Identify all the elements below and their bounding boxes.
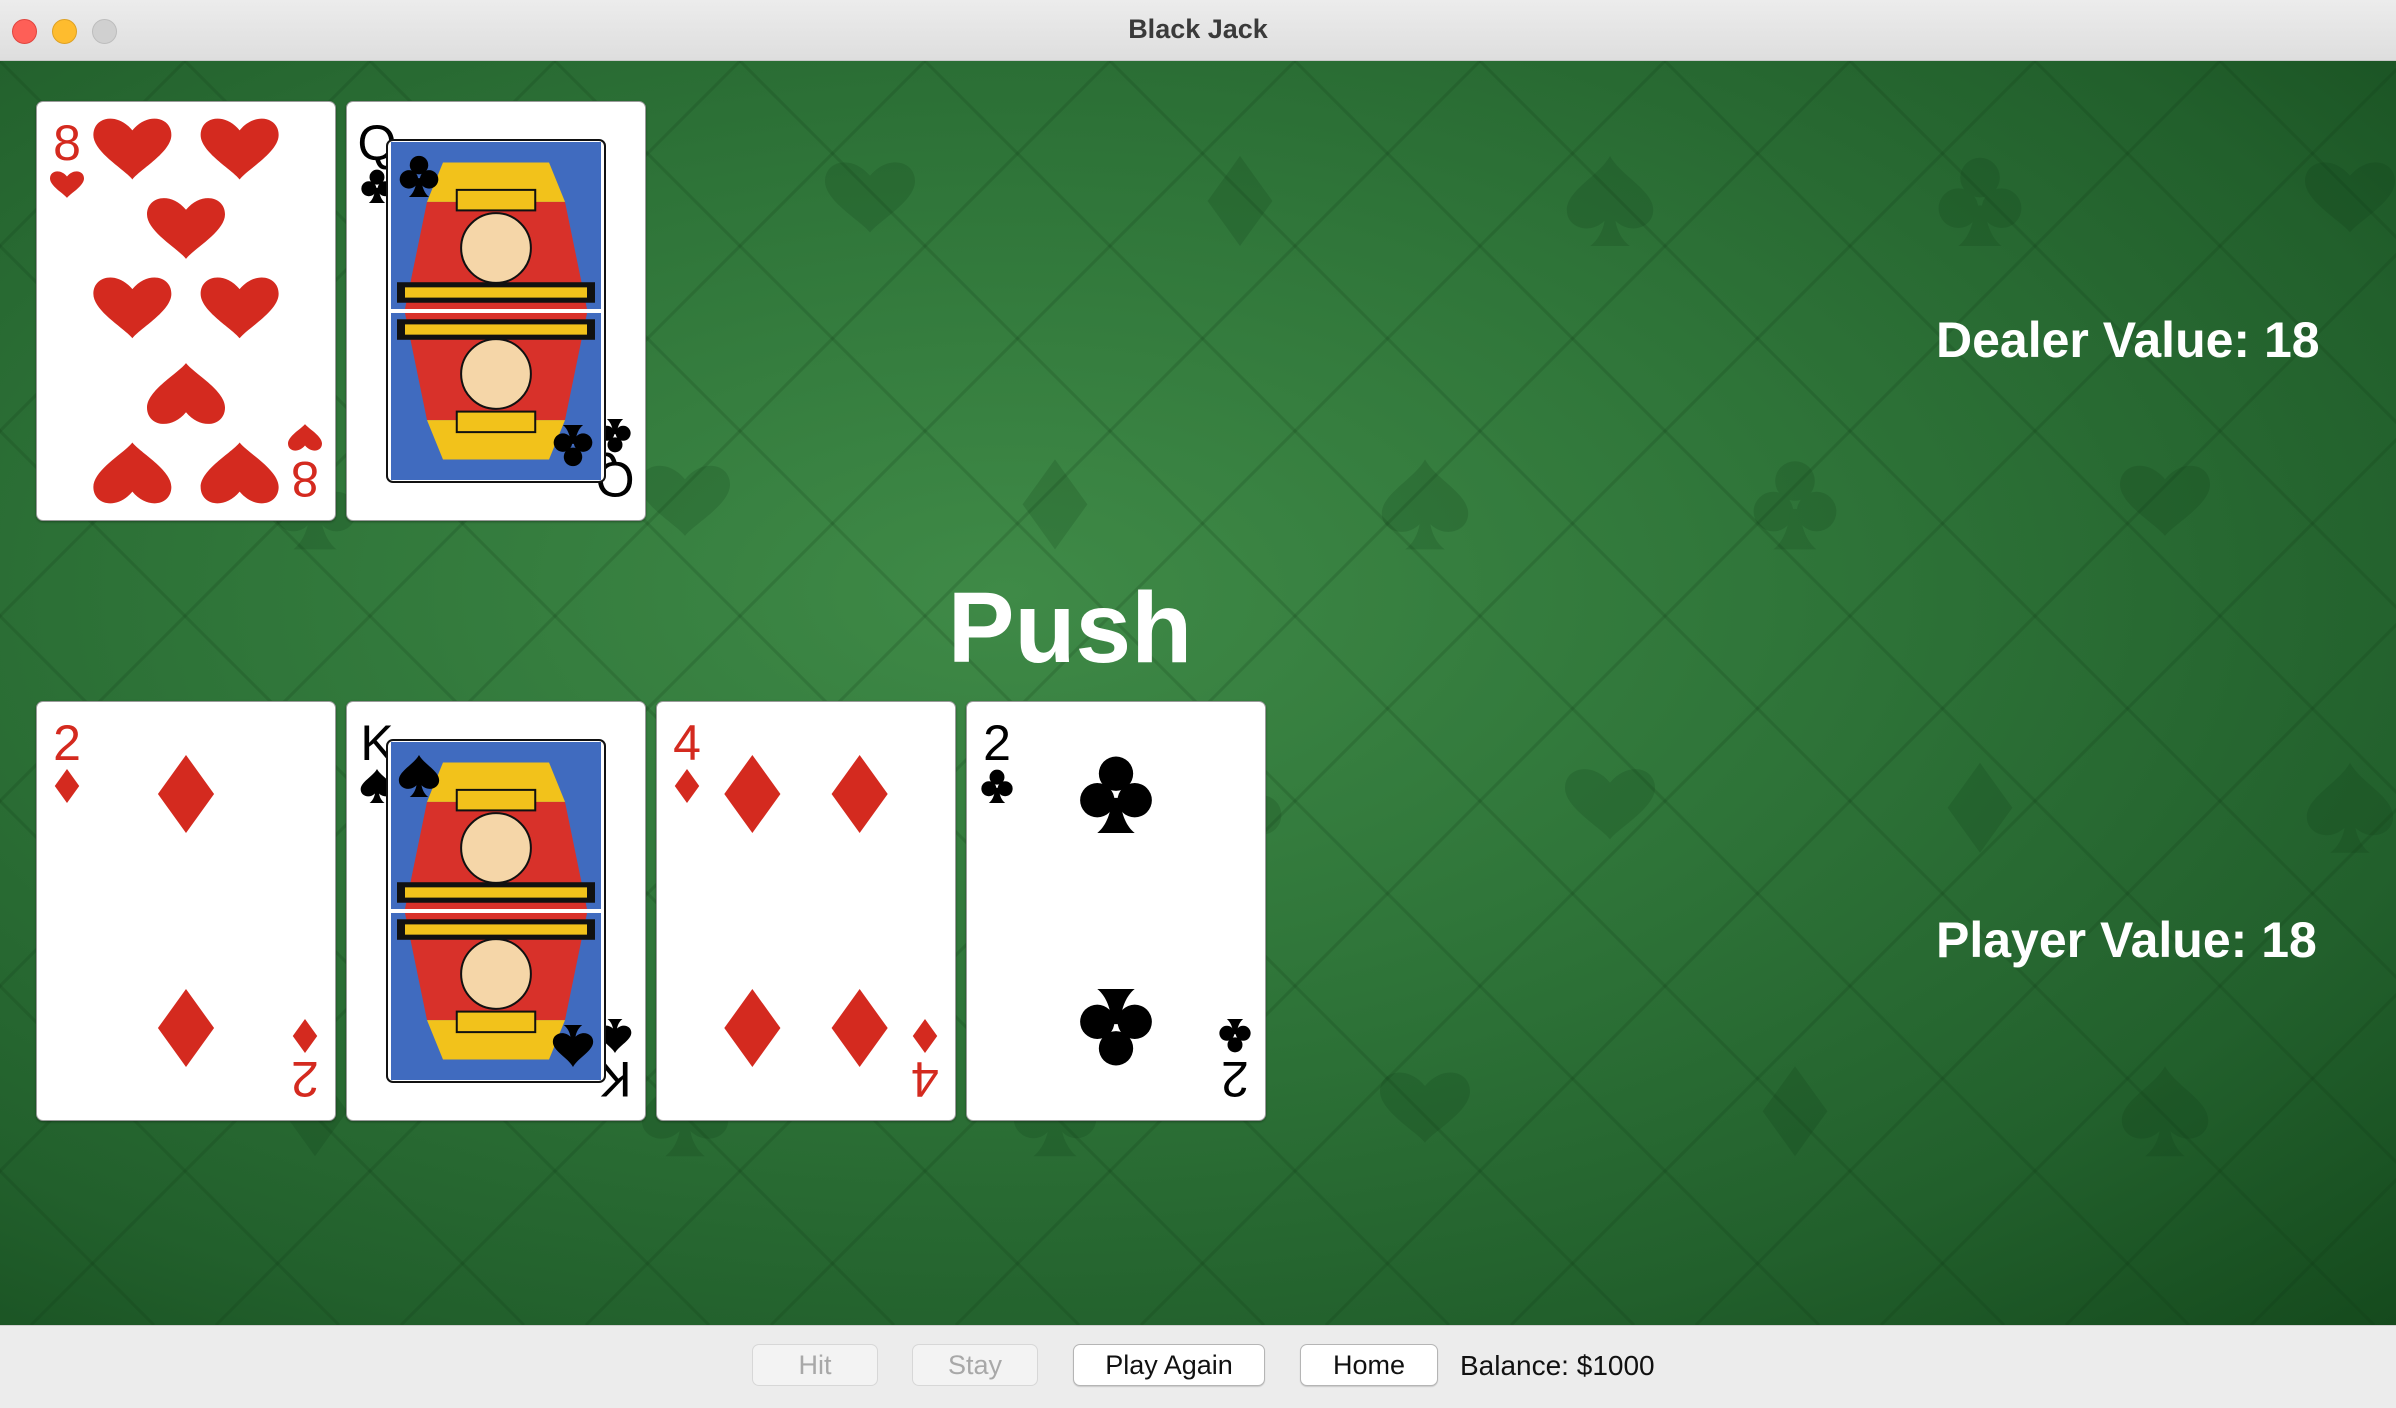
card-rank-top: 2 [983, 715, 1011, 771]
dealer-value: Dealer Value: 18 [1936, 312, 2320, 368]
play-again-button[interactable]: Play Again [1073, 1344, 1265, 1386]
player-card-two-of-diamonds: 22 [36, 701, 336, 1121]
card-rank-bottom: 8 [291, 451, 319, 507]
card-face: 88 [50, 115, 322, 507]
dealer-card-eight-of-hearts: 88 [36, 101, 336, 521]
card-face: 2 2 [981, 715, 1251, 1107]
card-rank-bottom: 2 [291, 1051, 319, 1107]
player-card-four-of-diamonds: 44 [656, 701, 956, 1121]
card-face: 44 [673, 715, 939, 1107]
balance-display: Balance: $1000 [1460, 1350, 1655, 1381]
card-table: 88 Q Q Dealer Value: 18 Push 2 2 K K 4 4… [0, 61, 2396, 1325]
control-bar: Hit Stay Play Again Home Balance: $1000 [0, 1325, 2396, 1408]
card-rank-top: 8 [53, 115, 81, 171]
round-result: Push [947, 572, 1193, 684]
window-title: Black Jack [1128, 14, 1268, 44]
player-card-two-of-clubs: 2 2 [966, 701, 1266, 1121]
stay-button[interactable]: Stay [912, 1344, 1038, 1386]
dealer-card-queen-of-clubs: Q Q [346, 101, 646, 521]
hit-button[interactable]: Hit [752, 1344, 878, 1386]
player-value: Player Value: 18 [1936, 912, 2317, 968]
card-rank-bottom: 2 [1221, 1051, 1249, 1107]
card-rank-top: 4 [673, 715, 701, 771]
card-face: 22 [53, 715, 319, 1107]
card-face: Q Q [358, 115, 635, 507]
title-bar: Black Jack [0, 0, 2396, 61]
card-rank-bottom: 4 [911, 1051, 939, 1107]
card-face: KK [360, 715, 631, 1107]
player-card-king-of-spades: KK [346, 701, 646, 1121]
card-rank-top: 2 [53, 715, 81, 771]
home-button[interactable]: Home [1300, 1344, 1438, 1386]
game-window: Black Jack 8 8 Q Q Dealer Value: 18 Push… [0, 0, 2396, 1408]
